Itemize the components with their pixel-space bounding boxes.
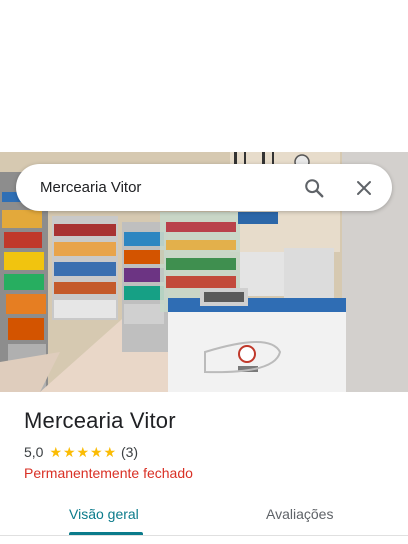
star-icon: ★ [76,444,90,460]
search-input[interactable]: Mercearia Vitor [40,179,294,196]
tab-divider [0,535,408,536]
tab-reviews[interactable]: Avaliações [266,506,333,522]
rating-value: 5,0 [24,444,44,460]
place-title: Mercearia Vitor [24,408,176,433]
rating-row[interactable]: 5,0 ★ ★ ★ ★ ★ (3) [24,444,138,460]
star-icon: ★ [49,444,63,460]
close-icon[interactable] [344,168,384,208]
star-icon: ★ [89,444,103,460]
star-icon: ★ [62,444,76,460]
tab-overview[interactable]: Visão geral [69,506,139,522]
search-bar[interactable]: Mercearia Vitor [16,164,392,211]
star-icon: ★ [103,444,117,460]
status-text: Permanentemente fechado [24,465,193,481]
rating-stars: ★ ★ ★ ★ ★ [49,445,117,459]
review-count[interactable]: (3) [121,444,138,460]
search-icon[interactable] [294,168,334,208]
